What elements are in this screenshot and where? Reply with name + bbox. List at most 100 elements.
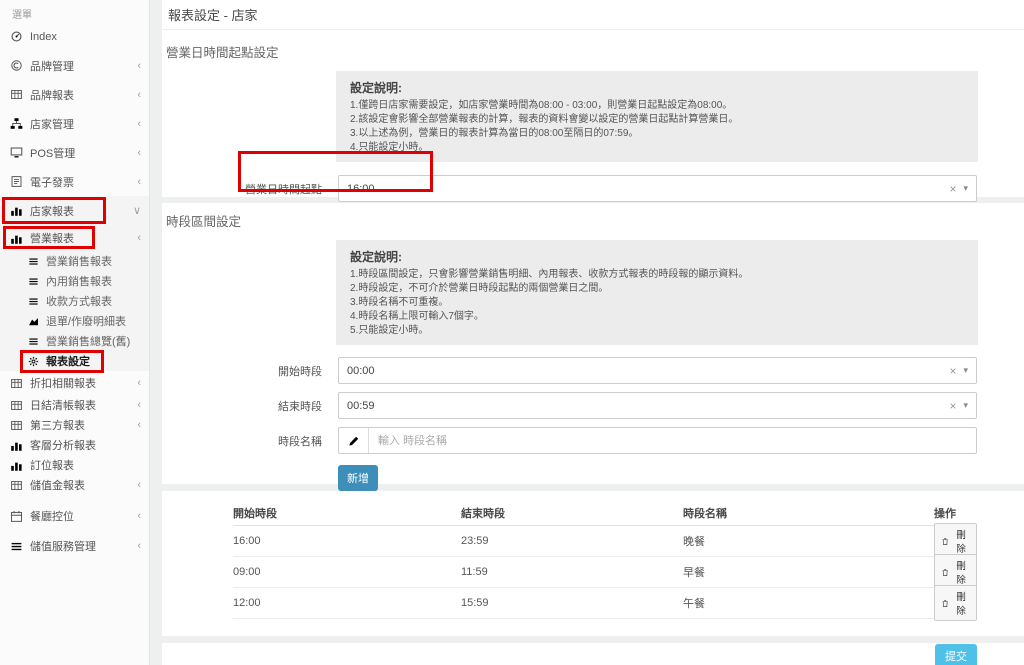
sidebar-item-customer-analysis-report[interactable]: 客層分析報表 [0,435,149,455]
chevron-down-icon: ∨ [133,204,141,217]
table-header-row: 開始時段 結束時段 時段名稱 操作 [233,501,977,526]
chevron-left-icon: ‹ [137,540,141,552]
chart-bar-icon [10,204,23,217]
sidebar-item-reservation-report[interactable]: 訂位報表 [0,455,149,475]
chevron-left-icon: ‹ [137,419,141,431]
sidebar-item-label: 收款方式報表 [46,293,112,309]
chart-area-icon [28,316,39,327]
selected-value: 00:59 [347,400,949,412]
start-period-label: 開始時段 [162,363,322,379]
desktop-icon [10,146,23,159]
sidebar-item-brand-mgmt[interactable]: 品牌管理 ‹ [0,51,149,80]
table-icon [10,88,23,101]
period-help-box: 設定說明: 1.時段區間設定，只會影響營業銷售明細、內用報表、收款方式報表的時段… [336,240,978,345]
selected-value: 00:00 [347,365,949,377]
sidebar-item-thirdparty-report[interactable]: 第三方報表 ‹ [0,415,149,435]
table-row: 16:00 23:59 晚餐 刪除 [233,526,977,557]
sidebar-item-label: 退單/作廢明細表 [46,313,126,329]
clear-icon[interactable]: × [949,182,956,196]
chart-bar-icon [10,439,23,452]
table-icon [10,419,23,432]
business-day-section-title: 營業日時間起點設定 [166,42,1024,61]
sidebar-item-brand-report[interactable]: 品牌報表 ‹ [0,80,149,109]
chevron-left-icon: ‹ [137,89,141,101]
start-period-select[interactable]: 00:00 × ▾ [338,357,977,384]
delete-button[interactable]: 刪除 [934,585,977,621]
list-icon [28,296,39,307]
business-day-start-select[interactable]: 16:00 × ▾ [338,175,977,202]
sidebar-item-label: 日結清帳報表 [30,397,96,413]
submit-panel: 提交 [162,643,1024,665]
delete-label: 刪除 [952,527,970,555]
sidebar-item-label: Index [30,31,57,43]
caret-down-icon[interactable]: ▾ [963,400,968,411]
page-title: 報表設定 - 店家 [162,0,1024,30]
period-name-input[interactable] [369,428,976,453]
sidebar-item-einvoice[interactable]: 電子發票 ‹ [0,167,149,196]
sidebar-item-restaurant-seating[interactable]: 餐廳控位 ‹ [0,501,149,531]
chevron-left-icon: ‹ [137,176,141,188]
periods-table: 開始時段 結束時段 時段名稱 操作 16:00 23:59 晚餐 刪除 09:0… [233,501,977,619]
trash-icon [941,537,949,546]
chevron-left-icon: ‹ [137,377,141,389]
sidebar-item-daily-closing-report[interactable]: 日結清帳報表 ‹ [0,395,149,415]
sidebar-item-discount-report[interactable]: 折扣相關報表 ‹ [0,371,149,395]
period-section-title: 時段區間設定 [166,211,1024,230]
sidebar-item-index[interactable]: Index [0,22,149,51]
sidebar-item-sales-overview-old[interactable]: 營業銷售總覽(舊) [0,331,149,351]
col-header-start: 開始時段 [233,505,461,521]
cell-start: 16:00 [233,535,461,547]
help-line: 5.只能設定小時。 [350,324,964,338]
table-icon [10,479,23,492]
end-period-select[interactable]: 00:59 × ▾ [338,392,977,419]
sidebar-item-refund-void-report[interactable]: 退單/作廢明細表 [0,311,149,331]
sidebar-item-pos-mgmt[interactable]: POS管理 ‹ [0,138,149,167]
table-icon [10,399,23,412]
chevron-left-icon: ‹ [137,60,141,72]
sidebar-section-label: 選單 [0,0,149,22]
submit-button[interactable]: 提交 [935,644,977,665]
sidebar-item-label: 報表設定 [46,353,90,369]
sidebar-item-payment-method-report[interactable]: 收款方式報表 [0,291,149,311]
add-button[interactable]: 新增 [338,465,378,491]
invoice-icon [10,175,23,188]
end-period-label: 結束時段 [162,398,322,414]
chevron-left-icon: ‹ [137,232,141,244]
help-title: 設定說明: [350,248,964,265]
chevron-left-icon: ‹ [137,399,141,411]
sidebar-item-label: 店家管理 [30,116,74,132]
sidebar-item-stored-value-service-mgmt[interactable]: 儲值服務管理 ‹ [0,531,149,561]
sidebar-item-store-mgmt[interactable]: 店家管理 ‹ [0,109,149,138]
list-icon [28,336,39,347]
help-line: 4.只能設定小時。 [350,141,964,155]
sidebar-item-business-sales-report[interactable]: 營業銷售報表 [0,251,149,271]
sidebar-item-report-settings[interactable]: 報表設定 [0,351,149,371]
cell-end: 23:59 [461,535,683,547]
help-line: 1.時段區間設定，只會影響營業銷售明細、內用報表、收款方式報表的時段報的顯示資料… [350,268,964,282]
table-row: 09:00 11:59 早餐 刪除 [233,557,977,588]
help-line: 4.時段名稱上限可輸入7個字。 [350,310,964,324]
sidebar-item-business-report[interactable]: 營業報表 ‹ [0,225,149,251]
clear-icon[interactable]: × [949,399,956,413]
clear-icon[interactable]: × [949,364,956,378]
sidebar-item-store-report[interactable]: 店家報表 ∨ [0,196,149,225]
chart-bar-icon [10,232,23,245]
dashboard-icon [10,30,23,43]
sidebar-item-dinein-sales-report[interactable]: 內用銷售報表 [0,271,149,291]
help-line: 2.該設定會影響全部營業報表的計算，報表的資料會變以設定的營業日起點計算營業日。 [350,113,964,127]
cell-start: 12:00 [233,597,461,609]
periods-table-panel: 開始時段 結束時段 時段名稱 操作 16:00 23:59 晚餐 刪除 09:0… [162,491,1024,636]
sidebar-item-label: 第三方報表 [30,417,85,433]
caret-down-icon[interactable]: ▾ [963,365,968,376]
sidebar: 選單 Index 品牌管理 ‹ 品牌報表 ‹ 店家管理 ‹ POS管理 ‹ 電子… [0,0,150,665]
sidebar-item-stored-value-report[interactable]: 儲值金報表 ‹ [0,475,149,495]
help-line: 3.以上述為例，營業日的報表計算為當日的08:00至隔日的07:59。 [350,127,964,141]
sidebar-item-label: 營業銷售報表 [46,253,112,269]
sidebar-item-label: 餐廳控位 [30,508,74,524]
cell-name: 午餐 [683,595,934,611]
chevron-left-icon: ‹ [137,118,141,130]
caret-down-icon[interactable]: ▾ [963,183,968,194]
cell-start: 09:00 [233,566,461,578]
table-row: 12:00 15:59 午餐 刪除 [233,588,977,619]
help-line: 3.時段名稱不可重複。 [350,296,964,310]
